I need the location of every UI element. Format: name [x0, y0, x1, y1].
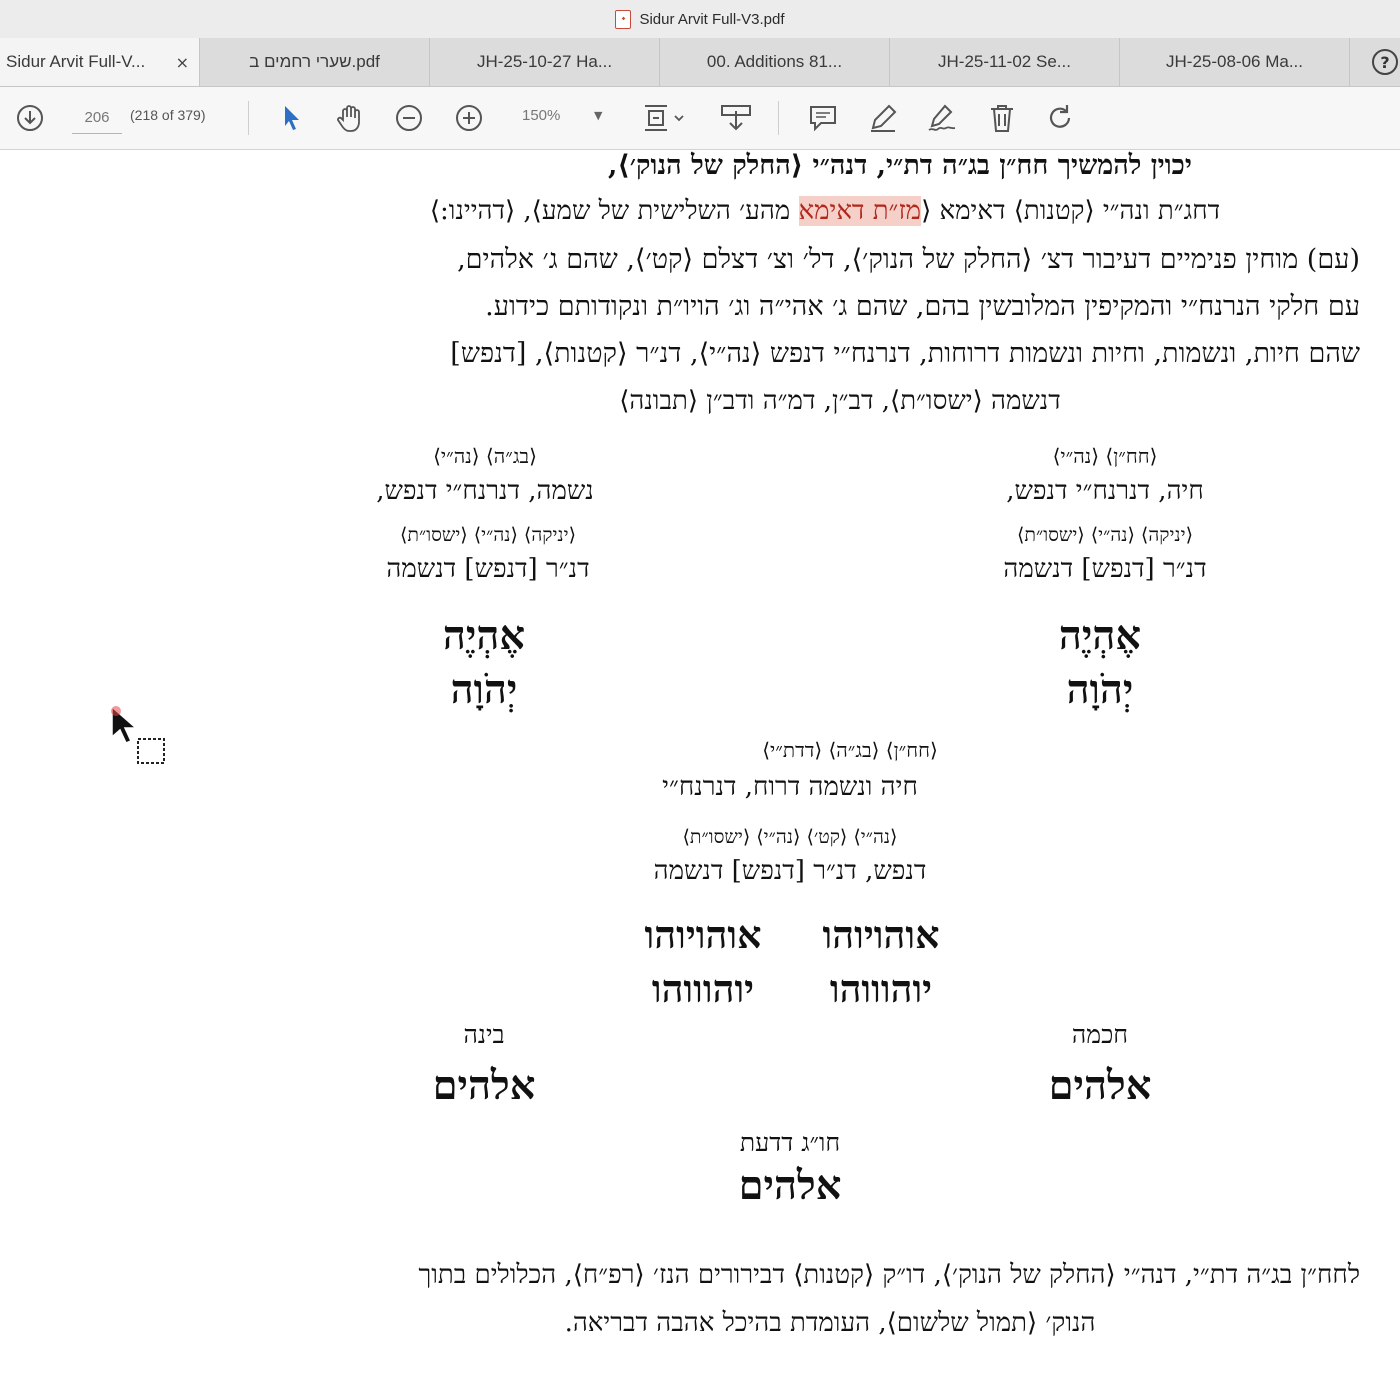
- export-button[interactable]: [716, 87, 756, 149]
- center-notes-2: ⟨נה״י⟩ ⟨קט׳⟩ ⟨נה״י⟩ ⟨ישסו״ת⟩: [682, 826, 898, 848]
- tab-label: שערי רחמים ב.pdf: [249, 52, 380, 71]
- tab-jh-25-11-02[interactable]: JH-25-11-02 Se...: [890, 38, 1120, 86]
- zoom-out-button[interactable]: [392, 87, 426, 149]
- pdf-file-icon: ⬩: [615, 9, 632, 29]
- bina-name: אלהים: [432, 1062, 536, 1109]
- text-line-5: שהם חיות, ונשמות, וחיות ונשמות דרוחות, ד…: [450, 338, 1360, 369]
- right-notes-1: ⟨חח״ן⟩ ⟨נה״י⟩: [1052, 444, 1158, 468]
- zoom-in-button[interactable]: [452, 87, 486, 149]
- comment-button[interactable]: [804, 87, 842, 149]
- center-divine-name-1-right: אוהויוהו: [822, 912, 940, 957]
- rotate-button[interactable]: [1042, 87, 1078, 149]
- text-line-1: יכוין להמשיך חח״ן בג״ה דת״י, דנה״י ⟨החלק…: [400, 150, 1400, 181]
- rotate-icon: [1049, 105, 1071, 128]
- text-line-6: דנשמה ⟨ישסו״ת⟩, דב״ן, דמ״ה ודב״ן ⟨תבונה⟩: [619, 386, 1061, 416]
- bottom-line-1: לחח״ן בג״ה דת״י, דנה״י ⟨החלק של הנוק׳⟩, …: [418, 1260, 1360, 1290]
- left-notes-1: ⟨בג״ה⟩ ⟨נה״י⟩: [433, 444, 537, 468]
- pdf-page: יכוין להמשיך חח״ן בג״ה דת״י, דנה״י ⟨החלק…: [0, 150, 1400, 1400]
- page-count: (218 of 379): [130, 107, 206, 123]
- left-divine-name-2: יְהֹוָה: [450, 666, 518, 713]
- zoom-out-icon: [396, 105, 422, 131]
- text-line-3: (עם) מוחין פנימיים דעיבור דצ׳ ⟨החלק של ה…: [457, 244, 1360, 275]
- highlighted-text[interactable]: מז״ת דאימא: [798, 196, 922, 226]
- center-line-2: דנפש, דנ״ר [דנפש] דנשמה: [653, 856, 927, 886]
- bottom-line-2: הנוק׳ ⟨תמול שלשום⟩, העומדת בהיכל אהבה דב…: [564, 1308, 1096, 1338]
- select-tool-button[interactable]: [276, 87, 308, 149]
- sign-icon: [928, 104, 956, 131]
- zoom-in-icon: [456, 105, 482, 131]
- tab-jh-25-10-27[interactable]: JH-25-10-27 Ha...: [430, 38, 660, 86]
- tab-label: JH-25-10-27 Ha...: [476, 52, 613, 71]
- download-icon: [17, 105, 43, 131]
- sign-button[interactable]: [922, 87, 962, 149]
- highlight-button[interactable]: [864, 87, 902, 149]
- chochma-label: חכמה: [1071, 1020, 1129, 1049]
- right-line-1: חיה, דנרנח״י דנפש,: [1006, 476, 1204, 506]
- tab-jh-25-08-06[interactable]: JH-25-08-06 Ma...: [1120, 38, 1350, 86]
- center-divine-name-1-left: אוהויוהו: [644, 912, 762, 957]
- window-titlebar: ⬩ Sidur Arvit Full-V3.pdf: [0, 0, 1400, 39]
- right-divine-name-2: יְהֹוָה: [1066, 666, 1134, 713]
- trash-icon: [991, 105, 1013, 132]
- toolbar: 206 (218 of 379) 150% ▼: [0, 87, 1400, 150]
- chochma-name: אלהים: [1048, 1062, 1152, 1109]
- window-title: Sidur Arvit Full-V3.pdf: [639, 10, 785, 28]
- download-button[interactable]: [12, 87, 48, 149]
- highlight-pen-icon: [871, 104, 897, 132]
- comment-icon: [810, 106, 836, 132]
- right-line-2: דנ״ר [דנפש] דנשמה: [1003, 554, 1207, 584]
- tab-label: JH-25-08-06 Ma...: [1166, 52, 1303, 71]
- tab-close-icon[interactable]: ×: [176, 53, 189, 72]
- right-divine-name-1: אֶהְיֶה: [1058, 612, 1142, 659]
- daat-name: אלהים: [738, 1162, 842, 1209]
- text-line-2a: דחג״ת ונה״י ⟨קטנות⟩ דאימא ⟨: [921, 196, 1221, 226]
- text-line-1-content: יכוין להמשיך חח״ן בג״ה דת״י, דנה״י ⟨החלק…: [608, 150, 1192, 181]
- help-button[interactable]: ?: [1368, 38, 1400, 86]
- left-notes-2: ⟨יניקה⟩ ⟨נה״י⟩ ⟨ישסו״ת⟩: [399, 524, 576, 546]
- bina-label: בינה: [463, 1020, 505, 1049]
- page-number-input[interactable]: 206: [72, 103, 122, 134]
- toolbar-divider: [248, 101, 249, 135]
- tab-shaarei-rachamim[interactable]: שערי רחמים ב.pdf: [200, 38, 430, 86]
- text-line-2b: מהע׳ השלישית של שמע⟩, ⟨דהיינו:⟩: [429, 196, 799, 226]
- hand-tool-button[interactable]: [332, 87, 368, 149]
- mouse-cursor-icon: [110, 705, 170, 773]
- text-line-4: עם חלקי הנרנח״י והמקיפין המלובשין בהם, ש…: [485, 291, 1360, 322]
- daat-label: חו״ג דדעת: [739, 1128, 841, 1157]
- toolbar-divider: [778, 101, 779, 135]
- tab-bar: Sidur Arvit Full-V... × שערי רחמים ב.pdf…: [0, 38, 1400, 87]
- left-line-2: דנ״ר [דנפש] דנשמה: [386, 554, 590, 584]
- delete-button[interactable]: [984, 87, 1020, 149]
- fit-page-button[interactable]: [640, 87, 688, 149]
- tab-label: 00. Additions 81...: [706, 52, 843, 71]
- center-notes-1: ⟨חח״ן⟩ ⟨בג״ה⟩ ⟨דדת״י⟩: [762, 738, 938, 762]
- tab-label: Sidur Arvit Full-V...: [6, 52, 146, 71]
- zoom-chevron-down-icon[interactable]: ▼: [594, 109, 602, 122]
- fit-page-icon: [645, 105, 684, 131]
- text-line-2: דחג״ת ונה״י ⟨קטנות⟩ דאימא ⟨מז״ת דאימא מה…: [200, 196, 1400, 226]
- left-line-1: נשמה, דנרנח״י דנפש,: [376, 476, 594, 506]
- zoom-select[interactable]: 150%: [522, 107, 560, 124]
- center-line-1: חיה ונשמה דרוח, דנרנח״י: [662, 772, 918, 802]
- select-arrow-icon: [285, 106, 299, 130]
- left-divine-name-1: אֶהְיֶה: [442, 612, 526, 659]
- help-icon: ?: [1372, 49, 1398, 75]
- tab-sidur-arvit[interactable]: Sidur Arvit Full-V... ×: [0, 38, 200, 86]
- center-divine-name-2-right: יוהוווהו: [829, 966, 933, 1011]
- export-icon: [721, 105, 751, 131]
- center-divine-name-2-left: יוהוווהו: [651, 966, 755, 1011]
- right-notes-2: ⟨יניקה⟩ ⟨נה״י⟩ ⟨ישסו״ת⟩: [1016, 524, 1193, 546]
- tab-label: JH-25-11-02 Se...: [938, 52, 1071, 71]
- hand-icon: [337, 105, 360, 132]
- tab-additions[interactable]: 00. Additions 81...: [660, 38, 890, 86]
